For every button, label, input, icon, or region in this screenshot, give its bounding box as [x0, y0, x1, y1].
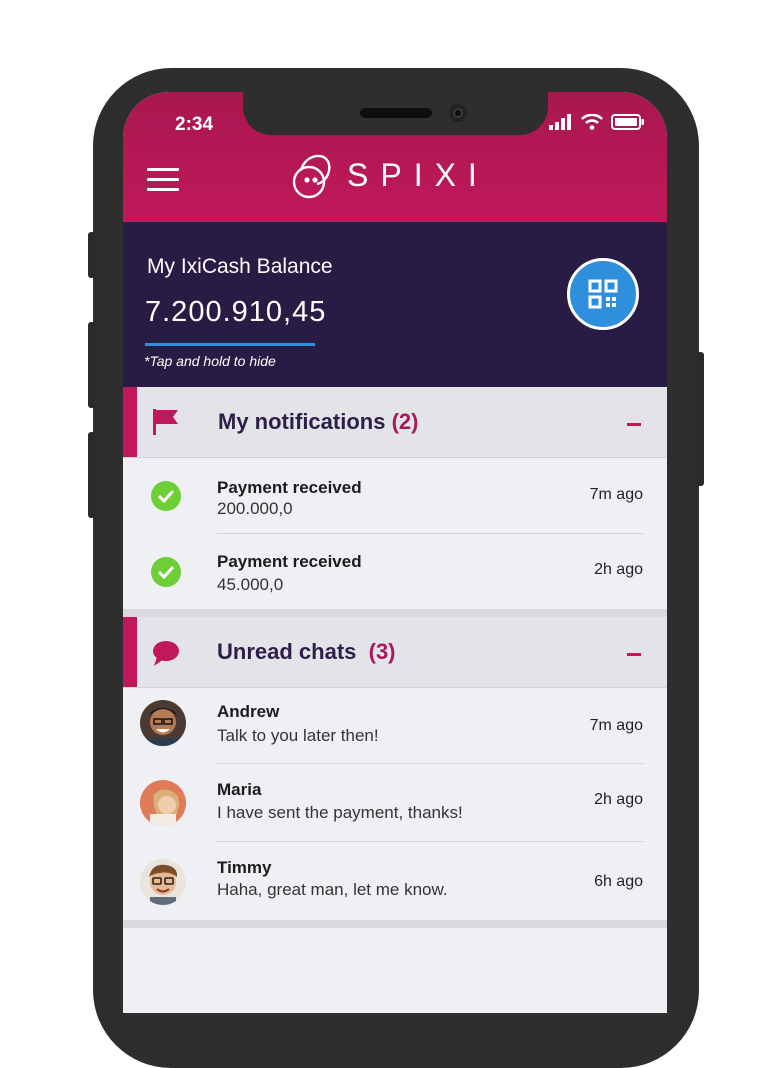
chat-bubble-icon — [153, 641, 179, 666]
list-end-separator — [123, 920, 667, 928]
chat-item[interactable]: Timmy Haha, great man, let me know. 6h a… — [123, 844, 667, 920]
silent-switch — [88, 232, 95, 278]
battery-icon — [611, 114, 644, 130]
status-icons — [549, 114, 645, 130]
notification-amount: 45.000,0 — [217, 575, 284, 594]
chats-count: (3) — [368, 639, 396, 664]
notifications-header[interactable]: My notifications (2) — [123, 387, 667, 458]
avatar — [140, 859, 186, 905]
chat-time: 7m ago — [589, 717, 643, 734]
chats-title: Unread chats (3) — [217, 639, 396, 665]
hamburger-icon[interactable] — [147, 168, 179, 192]
chat-time: 2h ago — [594, 791, 643, 808]
chat-sender: Maria — [217, 780, 262, 799]
app-screen: 2:34 SPIXI My IxiCash Balance 7.200.910,… — [123, 92, 667, 1013]
chat-message: Haha, great man, let me know. — [217, 880, 448, 899]
balance-hint: *Tap and hold to hide — [144, 353, 276, 369]
section-separator — [123, 609, 667, 617]
qr-code-icon — [588, 279, 618, 309]
speaker-grille — [360, 108, 432, 118]
qr-code-button[interactable] — [567, 258, 639, 330]
notifications-title: My notifications (2) — [218, 409, 418, 435]
checkmark-icon — [151, 557, 181, 587]
row-divider — [215, 763, 643, 764]
power-button — [697, 352, 704, 486]
checkmark-icon — [151, 481, 181, 511]
notifications-title-text: My notifications — [218, 409, 386, 434]
balance-card[interactable]: My IxiCash Balance 7.200.910,45 *Tap and… — [123, 222, 667, 387]
volume-up-button — [88, 322, 95, 408]
balance-amount[interactable]: 7.200.910,45 — [145, 296, 326, 329]
notification-time: 2h ago — [594, 561, 643, 578]
spixi-logo: SPIXI — [291, 150, 489, 200]
notifications-collapse-button[interactable] — [627, 423, 641, 426]
avatar — [140, 700, 186, 746]
spixi-logo-mark — [292, 154, 331, 199]
balance-underline — [145, 343, 315, 346]
chat-item[interactable]: Maria I have sent the payment, thanks! 2… — [123, 766, 667, 842]
notification-title: Payment received — [217, 552, 362, 571]
section-accent — [123, 617, 137, 687]
row-divider — [215, 841, 643, 842]
notifications-count: (2) — [391, 409, 419, 434]
notification-amount: 200.000,0 — [217, 499, 293, 518]
chat-sender: Andrew — [217, 702, 280, 721]
chat-sender: Timmy — [217, 858, 272, 877]
notification-item[interactable]: Payment received 45.000,0 2h ago — [123, 534, 667, 610]
volume-down-button — [88, 432, 95, 518]
front-camera — [449, 104, 467, 122]
chat-time: 6h ago — [594, 873, 643, 890]
chats-title-text: Unread chats — [217, 639, 357, 664]
chat-item[interactable]: Andrew Talk to you later then! 7m ago — [123, 688, 667, 764]
section-accent — [123, 387, 137, 457]
status-time: 2:34 — [175, 114, 214, 135]
flag-icon — [153, 409, 178, 435]
notification-title: Payment received — [217, 478, 362, 497]
chats-header[interactable]: Unread chats (3) — [123, 617, 667, 688]
chat-message: Talk to you later then! — [217, 726, 379, 745]
notification-item[interactable]: Payment received 200.000,0 7m ago — [123, 458, 667, 534]
logo-wordmark: SPIXI — [347, 156, 489, 193]
wifi-icon — [581, 114, 603, 130]
signal-icon — [549, 114, 571, 130]
chats-collapse-button[interactable] — [627, 653, 641, 656]
chat-message: I have sent the payment, thanks! — [217, 803, 463, 822]
notification-time: 7m ago — [589, 486, 643, 503]
avatar — [140, 780, 186, 826]
balance-title: My IxiCash Balance — [147, 255, 333, 278]
